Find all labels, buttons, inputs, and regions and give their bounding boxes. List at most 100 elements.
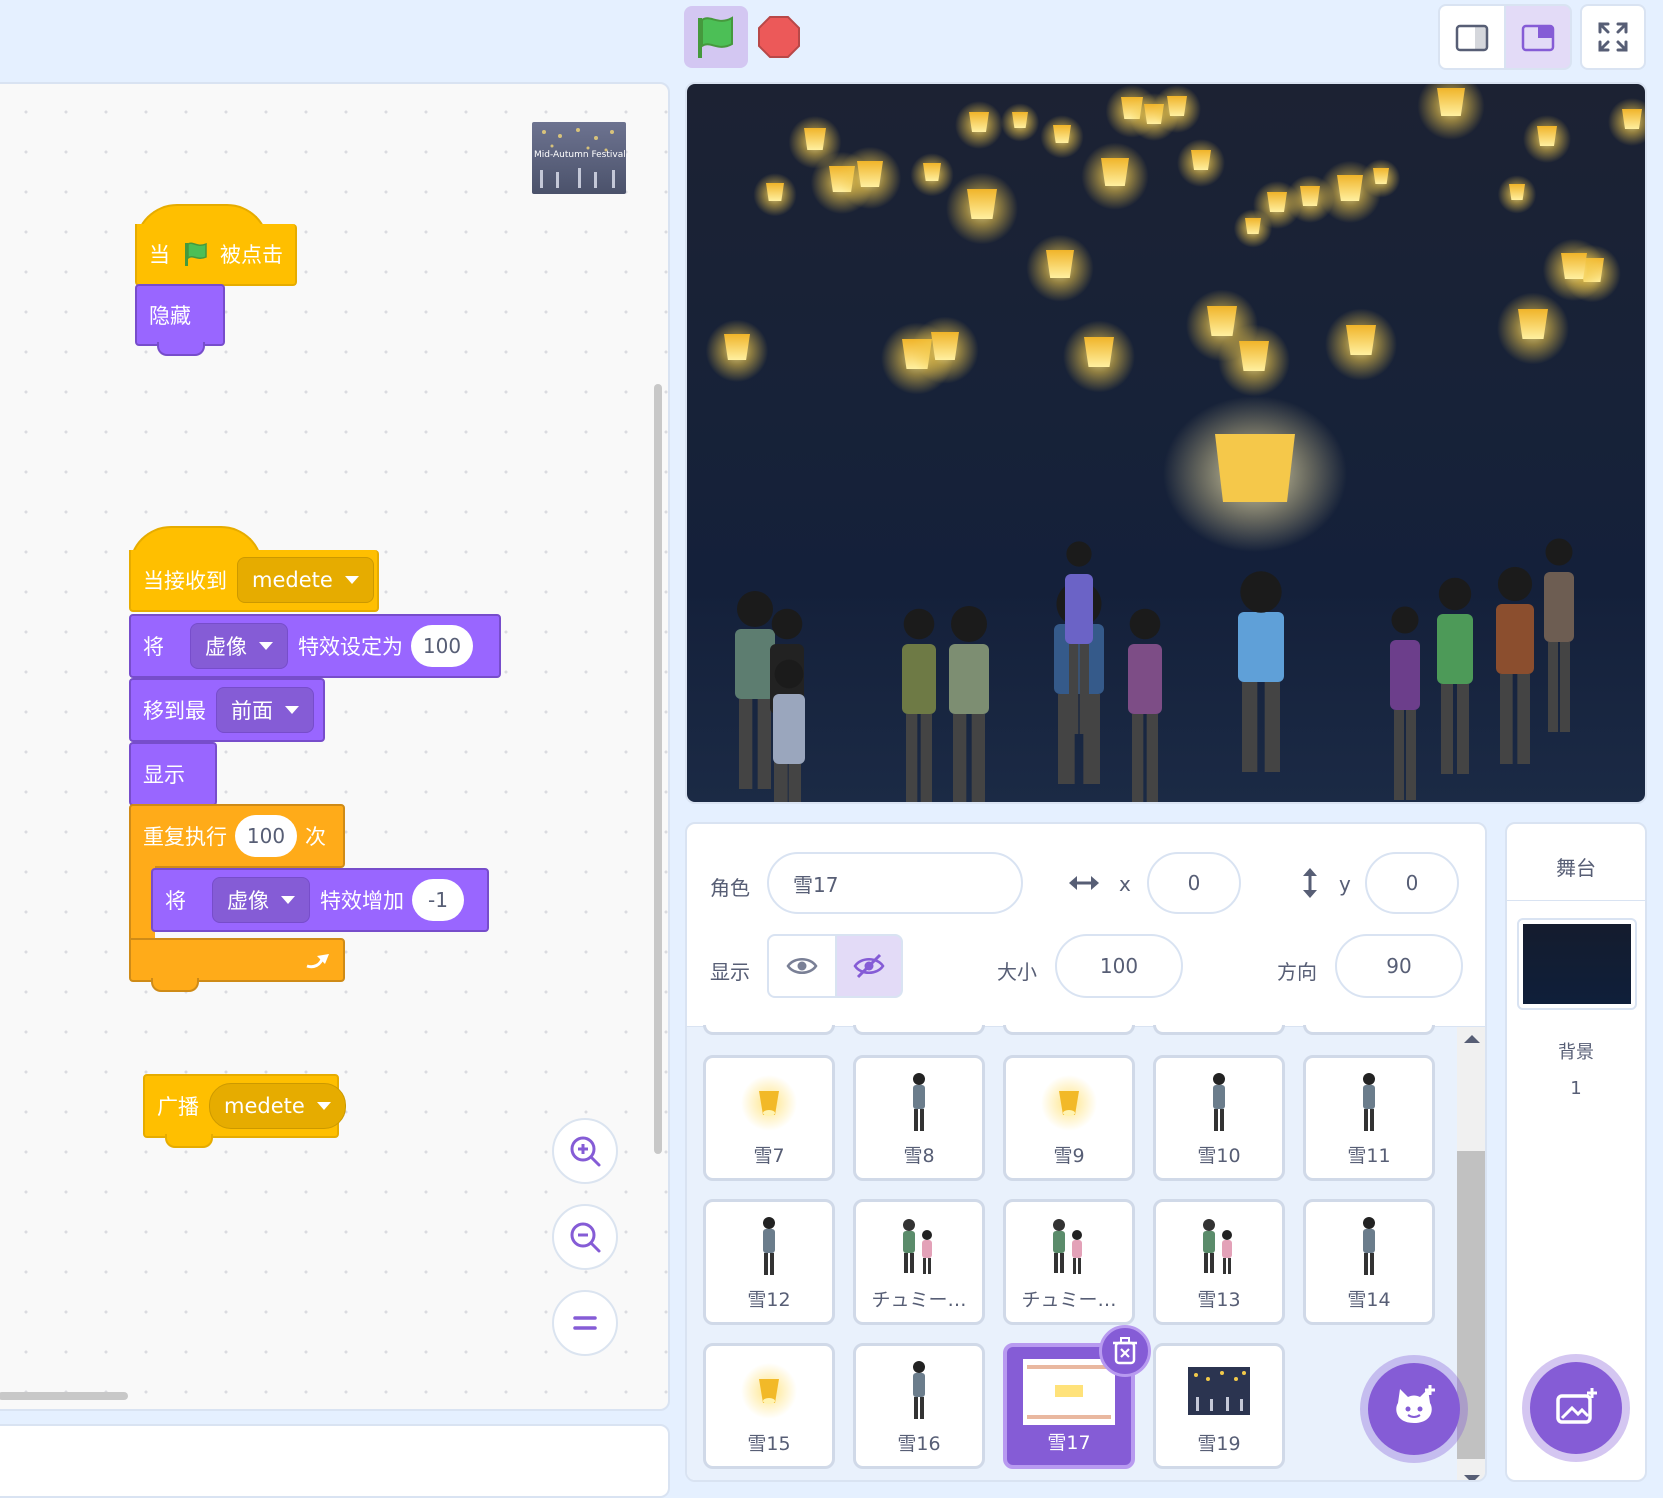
- delete-sprite-button[interactable]: [1099, 1325, 1151, 1377]
- add-backdrop-icon: [1556, 1388, 1597, 1424]
- y-field[interactable]: 0: [1365, 852, 1459, 914]
- sprite-tile[interactable]: 雪15: [703, 1343, 835, 1469]
- normal-stage-button[interactable]: [1504, 4, 1572, 70]
- small-stage-button[interactable]: [1438, 4, 1506, 70]
- sprite-thumbnail: [1156, 1356, 1282, 1426]
- sprite-thumbnail: [1306, 1068, 1432, 1138]
- repeat-prefix: 重复执行: [143, 825, 227, 849]
- broadcast-message-dropdown[interactable]: medete: [209, 1083, 346, 1129]
- sprite-tile[interactable]: 雪17: [1003, 1325, 1151, 1469]
- eye-slash-icon: [853, 953, 885, 979]
- sprite-name: 雪9: [1053, 1145, 1085, 1167]
- effect-value: 虚像: [205, 635, 247, 659]
- loop-arrow-icon: [306, 954, 329, 969]
- chevron-down-icon: [344, 576, 359, 584]
- direction-label: 方向: [1277, 960, 1317, 984]
- x-field[interactable]: 0: [1147, 852, 1241, 914]
- sprite-tile[interactable]: 雪16: [853, 1343, 985, 1469]
- clicked-label: 被点击: [220, 243, 283, 267]
- stage-backdrop-thumbnail[interactable]: [1517, 918, 1637, 1010]
- sprite-info-pane: 角色 雪17 x 0 y 0 显示 大小 100 方向 90 雪7 雪8 雪9 雪10…: [685, 822, 1487, 1482]
- direction-field[interactable]: 90: [1335, 934, 1463, 998]
- normal-stage-icon: [1521, 24, 1555, 52]
- chevron-down-icon: [316, 1102, 331, 1110]
- add-sprite-button[interactable]: [1368, 1363, 1460, 1455]
- zoom-out-button[interactable]: [552, 1204, 618, 1270]
- backpack-bar[interactable]: [0, 1424, 670, 1498]
- go-to-layer-block[interactable]: 移到最 前面: [129, 678, 325, 742]
- change-value-input[interactable]: -1: [412, 879, 464, 921]
- green-flag-icon: [185, 242, 207, 266]
- zoom-out-icon: [570, 1222, 601, 1253]
- effect-dropdown[interactable]: 虚像: [190, 623, 288, 669]
- broadcast-block[interactable]: 广播 medete: [143, 1074, 346, 1148]
- repeat-count-input[interactable]: 100: [235, 815, 297, 857]
- sprite-list-scrollbar[interactable]: [1457, 1027, 1485, 1480]
- when-receive-block[interactable]: 当接收到 medete: [129, 550, 379, 612]
- sprite-thumbnail: [706, 1068, 832, 1138]
- sprite-tile[interactable]: 雪7: [703, 1055, 835, 1181]
- stage-target-pane[interactable]: 舞台 背景 1: [1505, 822, 1647, 1482]
- sprite-tile[interactable]: 雪11: [1303, 1055, 1435, 1181]
- set-effect-block[interactable]: 将 虚像 特效设定为 100: [129, 614, 501, 678]
- show-visible-button[interactable]: [767, 934, 837, 998]
- show-block[interactable]: 显示: [129, 742, 217, 806]
- zoom-in-button[interactable]: [552, 1118, 618, 1184]
- green-flag-button[interactable]: [684, 6, 748, 68]
- sprite-name: 雪16: [897, 1433, 941, 1455]
- sprite-tile[interactable]: 雪14: [1303, 1199, 1435, 1325]
- equals-icon: [573, 1316, 597, 1330]
- eye-icon: [786, 958, 818, 974]
- stage-canvas[interactable]: [685, 82, 1647, 804]
- change-effect-block[interactable]: 将 虚像 特效增加 -1: [151, 868, 489, 932]
- stage-title: 舞台: [1556, 856, 1596, 880]
- show-hidden-button[interactable]: [835, 934, 903, 998]
- stage-scene: [705, 84, 1645, 802]
- stop-sign-icon: [758, 16, 800, 58]
- sprite-name-field[interactable]: 雪17: [767, 852, 1023, 914]
- sprite-thumbnail: [856, 1356, 982, 1426]
- sprite-thumbnail: [856, 1068, 982, 1138]
- vertical-scrollbar[interactable]: [654, 384, 662, 1154]
- sprite-name: 雪7: [753, 1145, 785, 1167]
- code-workspace[interactable]: Mid-Autumn Festival 当 被点击 隐藏 当接收到 medete…: [0, 82, 670, 1411]
- when-receive-label: 当接收到: [143, 569, 227, 593]
- sprite-tile[interactable]: 雪12: [703, 1199, 835, 1325]
- sprite-tile[interactable]: 雪8: [853, 1055, 985, 1181]
- add-backdrop-button[interactable]: [1530, 1362, 1622, 1454]
- sprite-label: 角色: [710, 876, 750, 900]
- sprite-name: 雪8: [903, 1145, 935, 1167]
- layer-dropdown[interactable]: 前面: [216, 687, 314, 733]
- sprite-tile[interactable]: チュミー…: [1003, 1199, 1135, 1325]
- green-flag-icon: [698, 16, 733, 58]
- sprite-name: 雪12: [747, 1289, 791, 1311]
- message-value: medete: [252, 568, 333, 592]
- sprite-thumbnail: [706, 1356, 832, 1426]
- horizontal-scrollbar[interactable]: [0, 1392, 128, 1400]
- hide-block[interactable]: 隐藏: [135, 284, 225, 356]
- fullscreen-button[interactable]: [1580, 4, 1646, 70]
- hide-label: 隐藏: [149, 304, 191, 328]
- sprite-list[interactable]: 雪7 雪8 雪9 雪10 雪11 雪12 チュミー… チュミー… 雪13 雪14 雪15 雪16 雪17…: [687, 1025, 1485, 1480]
- effect-dropdown[interactable]: 虚像: [212, 877, 310, 923]
- broadcast-message-value: medete: [224, 1094, 305, 1118]
- sprite-tile[interactable]: 雪9: [1003, 1055, 1135, 1181]
- sprite-tile[interactable]: 雪13: [1153, 1199, 1285, 1325]
- layer-value: 前面: [231, 699, 273, 723]
- when-flag-clicked-block[interactable]: 当 被点击: [135, 224, 297, 286]
- sprite-name: チュミー…: [871, 1289, 967, 1311]
- stop-button[interactable]: [756, 14, 802, 60]
- sprite-thumbnail: [1006, 1068, 1132, 1138]
- sprite-tile[interactable]: チュミー…: [853, 1199, 985, 1325]
- zoom-reset-button[interactable]: [552, 1290, 618, 1356]
- effect-value-input[interactable]: 100: [411, 625, 473, 667]
- sprite-name: 雪17: [1047, 1432, 1091, 1454]
- small-stage-icon: [1455, 24, 1489, 52]
- message-dropdown[interactable]: medete: [237, 557, 374, 603]
- size-field[interactable]: 100: [1055, 934, 1183, 998]
- sprite-tile[interactable]: 雪10: [1153, 1055, 1285, 1181]
- sprite-thumbnail: [706, 1212, 832, 1282]
- repeat-suffix: 次: [305, 825, 326, 849]
- chevron-down-icon: [259, 642, 273, 650]
- sprite-tile[interactable]: 雪19: [1153, 1343, 1285, 1469]
